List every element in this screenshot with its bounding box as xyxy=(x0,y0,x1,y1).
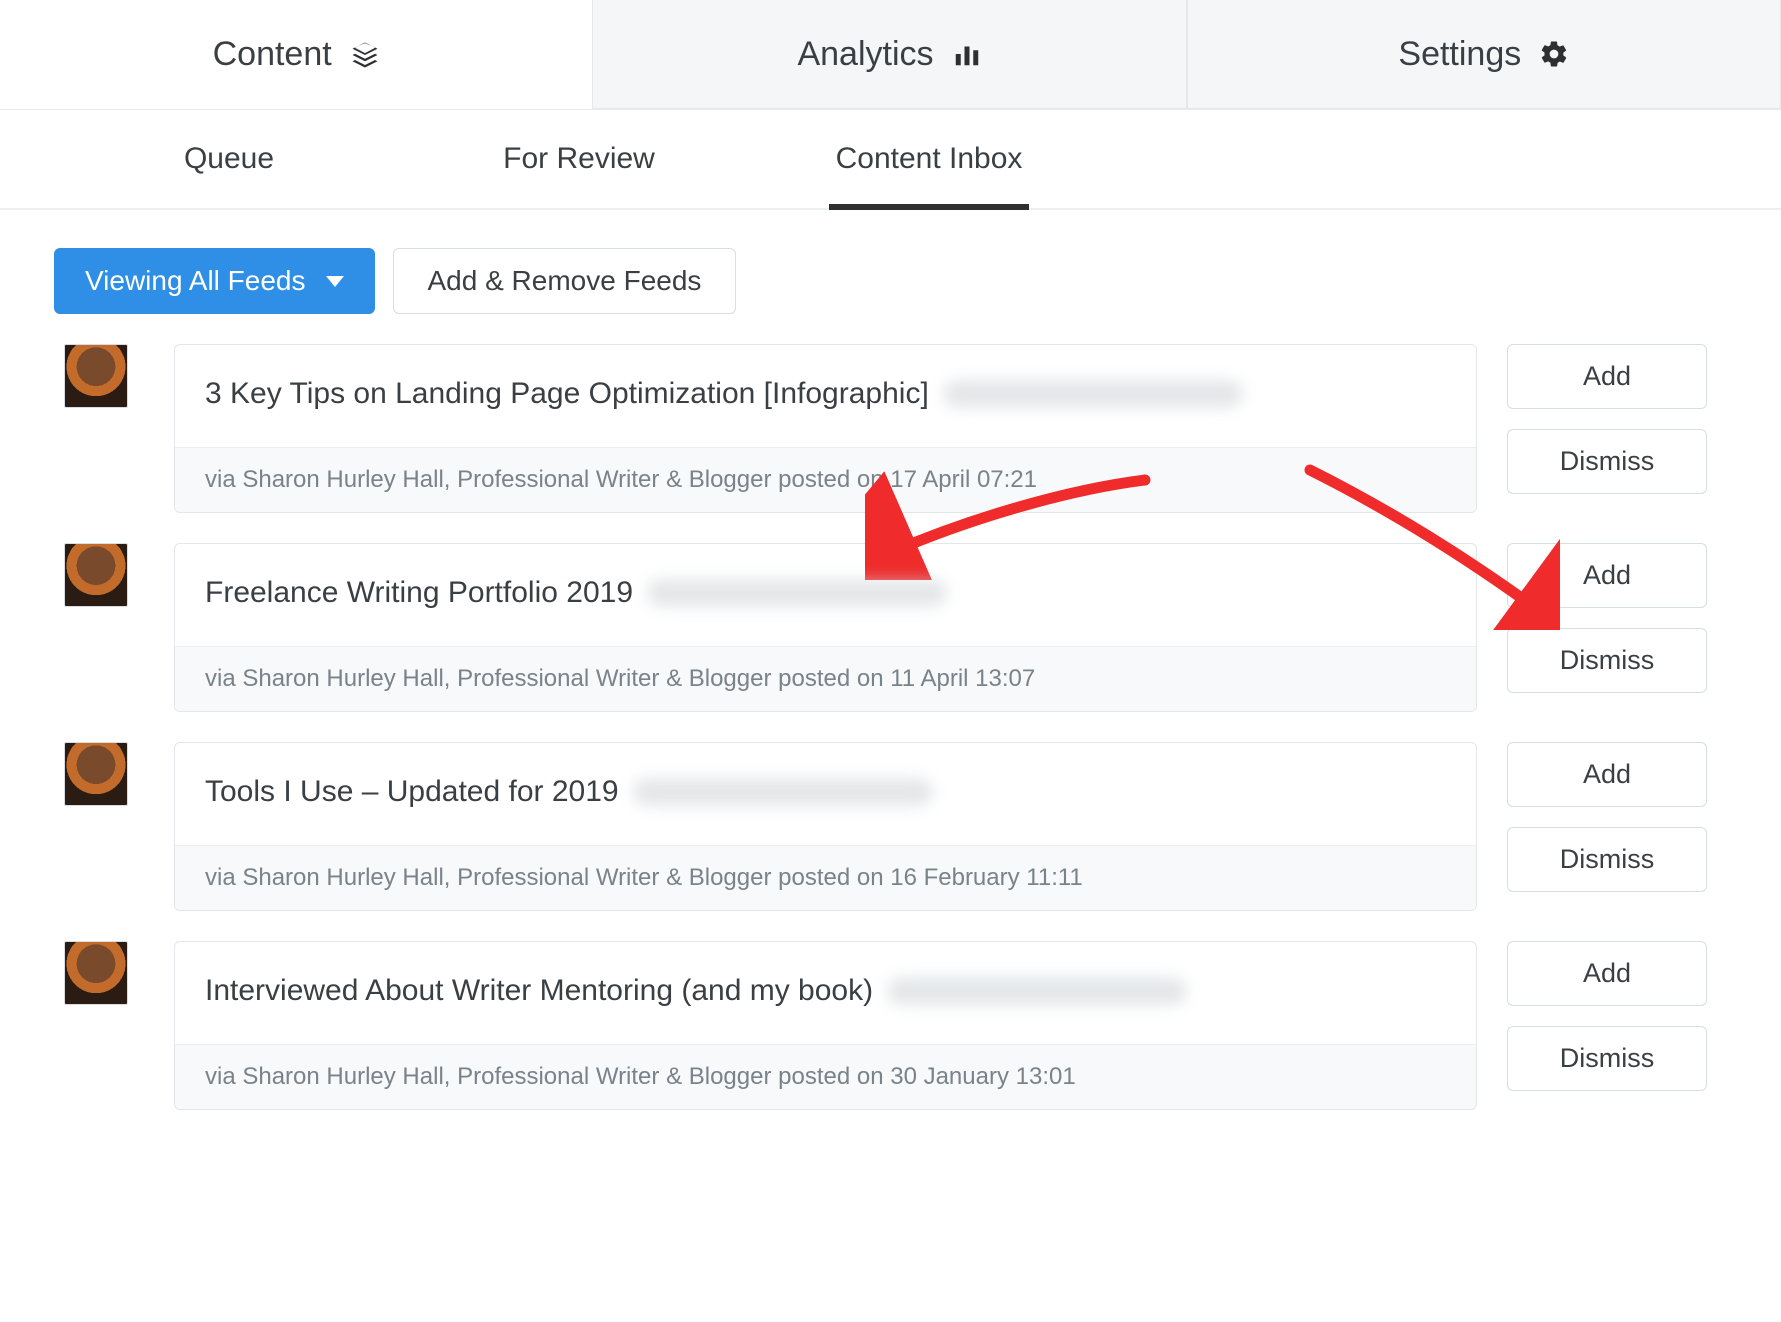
toolbar: Viewing All Feeds Add & Remove Feeds xyxy=(0,210,1781,344)
feed-list: 3 Key Tips on Landing Page Optimization … xyxy=(0,344,1781,1150)
feed-row: Freelance Writing Portfolio 2019 via Sha… xyxy=(64,543,1717,712)
feed-title: Freelance Writing Portfolio 2019 xyxy=(205,576,633,610)
feed-link-obscured xyxy=(943,380,1243,408)
feed-meta: via Sharon Hurley Hall, Professional Wri… xyxy=(175,646,1476,711)
feed-link-obscured xyxy=(633,778,933,806)
avatar xyxy=(64,742,128,806)
avatar xyxy=(64,941,128,1005)
gear-icon xyxy=(1539,39,1569,69)
sub-nav: Queue For Review Content Inbox xyxy=(0,110,1781,210)
feed-title-row: Interviewed About Writer Mentoring (and … xyxy=(175,942,1476,1044)
dismiss-button[interactable]: Dismiss xyxy=(1507,429,1707,494)
feed-title-row: Freelance Writing Portfolio 2019 xyxy=(175,544,1476,646)
dismiss-button[interactable]: Dismiss xyxy=(1507,628,1707,693)
feed-link-obscured xyxy=(887,977,1187,1005)
tab-settings[interactable]: Settings xyxy=(1187,0,1781,109)
subnav-content-inbox-label: Content Inbox xyxy=(836,142,1023,176)
viewing-all-feeds-dropdown[interactable]: Viewing All Feeds xyxy=(54,248,375,314)
feed-row: Tools I Use – Updated for 2019 via Sharo… xyxy=(64,742,1717,911)
add-button[interactable]: Add xyxy=(1507,742,1707,807)
feed-meta: via Sharon Hurley Hall, Professional Wri… xyxy=(175,1044,1476,1109)
add-remove-feeds-label: Add & Remove Feeds xyxy=(428,265,702,296)
feed-card[interactable]: Interviewed About Writer Mentoring (and … xyxy=(174,941,1477,1110)
spacer xyxy=(0,110,54,208)
dismiss-button[interactable]: Dismiss xyxy=(1507,827,1707,892)
feed-link-obscured xyxy=(647,579,947,607)
subnav-content-inbox[interactable]: Content Inbox xyxy=(754,110,1104,208)
add-button[interactable]: Add xyxy=(1507,344,1707,409)
layers-icon xyxy=(350,40,380,70)
subnav-queue[interactable]: Queue xyxy=(54,110,404,208)
feed-card[interactable]: 3 Key Tips on Landing Page Optimization … xyxy=(174,344,1477,513)
feed-actions: Add Dismiss xyxy=(1507,941,1717,1091)
tab-content[interactable]: Content xyxy=(0,0,592,109)
subnav-for-review[interactable]: For Review xyxy=(404,110,754,208)
dismiss-button[interactable]: Dismiss xyxy=(1507,1026,1707,1091)
add-remove-feeds-button[interactable]: Add & Remove Feeds xyxy=(393,248,737,314)
avatar xyxy=(64,543,128,607)
subnav-for-review-label: For Review xyxy=(503,142,655,176)
feed-row: 3 Key Tips on Landing Page Optimization … xyxy=(64,344,1717,513)
viewing-all-feeds-label: Viewing All Feeds xyxy=(85,265,306,297)
feed-title: Tools I Use – Updated for 2019 xyxy=(205,775,619,809)
feed-actions: Add Dismiss xyxy=(1507,742,1717,892)
tab-analytics[interactable]: Analytics xyxy=(592,0,1186,109)
feed-title-row: Tools I Use – Updated for 2019 xyxy=(175,743,1476,845)
chevron-down-icon xyxy=(326,276,344,287)
add-button[interactable]: Add xyxy=(1507,941,1707,1006)
add-button[interactable]: Add xyxy=(1507,543,1707,608)
bar-chart-icon xyxy=(952,39,982,69)
feed-actions: Add Dismiss xyxy=(1507,543,1717,693)
tab-analytics-label: Analytics xyxy=(797,35,933,74)
feed-title: 3 Key Tips on Landing Page Optimization … xyxy=(205,377,929,411)
tab-content-label: Content xyxy=(213,35,332,74)
feed-title: Interviewed About Writer Mentoring (and … xyxy=(205,974,873,1008)
feed-actions: Add Dismiss xyxy=(1507,344,1717,494)
feed-card[interactable]: Tools I Use – Updated for 2019 via Sharo… xyxy=(174,742,1477,911)
feed-card[interactable]: Freelance Writing Portfolio 2019 via Sha… xyxy=(174,543,1477,712)
feed-meta: via Sharon Hurley Hall, Professional Wri… xyxy=(175,845,1476,910)
avatar xyxy=(64,344,128,408)
subnav-queue-label: Queue xyxy=(184,142,274,176)
top-nav: Content Analytics Settings xyxy=(0,0,1781,110)
feed-row: Interviewed About Writer Mentoring (and … xyxy=(64,941,1717,1110)
feed-title-row: 3 Key Tips on Landing Page Optimization … xyxy=(175,345,1476,447)
tab-settings-label: Settings xyxy=(1398,35,1521,74)
feed-meta: via Sharon Hurley Hall, Professional Wri… xyxy=(175,447,1476,512)
